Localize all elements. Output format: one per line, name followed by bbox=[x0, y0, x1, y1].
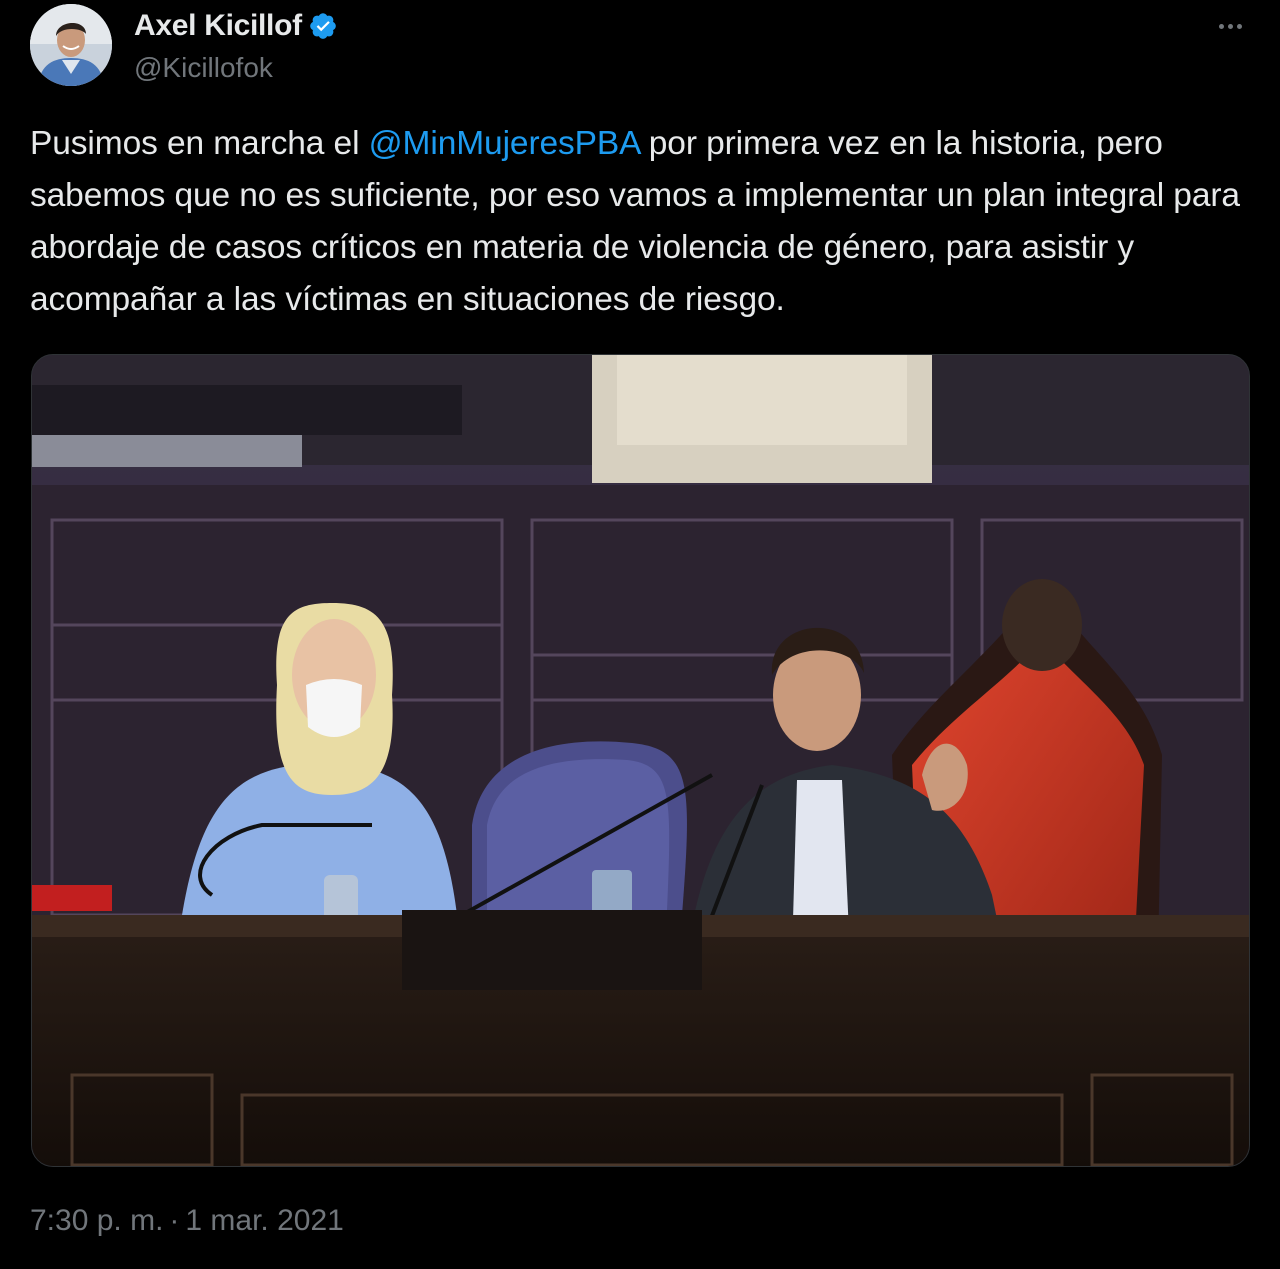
tweet-text-before: Pusimos en marcha el bbox=[30, 125, 369, 162]
verified-badge-icon bbox=[308, 11, 338, 41]
more-horizontal-icon[interactable] bbox=[1210, 10, 1250, 42]
author-block: Axel Kicillof @Kicillofok bbox=[134, 6, 338, 84]
avatar[interactable] bbox=[30, 4, 112, 86]
tweet-time: 7:30 p. m. bbox=[30, 1204, 164, 1237]
tweet-header: Axel Kicillof @Kicillofok bbox=[30, 4, 1250, 90]
author-display-name[interactable]: Axel Kicillof bbox=[134, 9, 302, 43]
tweet-date: 1 mar. 2021 bbox=[185, 1204, 344, 1237]
timestamp-separator: · bbox=[169, 1204, 180, 1237]
tweet-text: Pusimos en marcha el @MinMujeresPBA por … bbox=[30, 118, 1255, 326]
mention-link[interactable]: @MinMujeresPBA bbox=[369, 125, 640, 162]
photo-illustration bbox=[32, 355, 1249, 1166]
author-handle[interactable]: @Kicillofok bbox=[134, 52, 338, 84]
tweet-photo[interactable] bbox=[31, 354, 1250, 1167]
tweet-timestamp[interactable]: 7:30 p. m. · 1 mar. 2021 bbox=[30, 1204, 344, 1238]
